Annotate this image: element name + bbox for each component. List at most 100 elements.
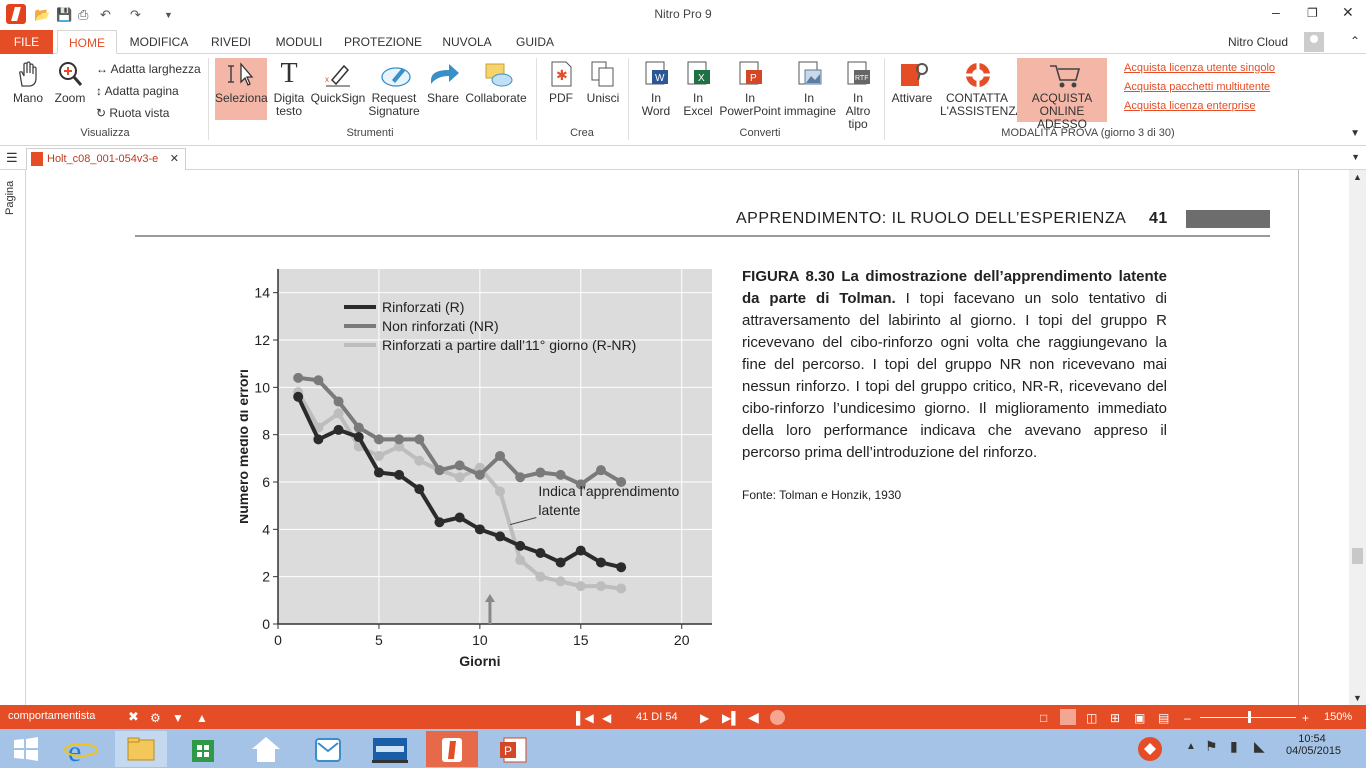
minimize-icon[interactable]: –	[1272, 4, 1280, 20]
to-excel-button[interactable]: X In Excel	[678, 60, 718, 118]
tabs-menu-icon[interactable]: ▼	[1351, 152, 1360, 162]
tab-nuvola[interactable]: NUVOLA	[436, 30, 498, 54]
data-point-2	[535, 571, 546, 582]
buy-enterprise-link[interactable]: Acquista licenza enterprise	[1124, 100, 1255, 112]
account-name[interactable]: Nitro Cloud	[1228, 35, 1288, 49]
collaborate-button[interactable]: Collaborate	[464, 60, 528, 105]
tab-rivedi[interactable]: RIVEDI	[204, 30, 258, 54]
activate-button[interactable]: Attivare	[888, 60, 936, 105]
zoom-slider-thumb[interactable]	[1248, 711, 1251, 723]
ribbon-divider	[536, 58, 537, 140]
tab-modifica[interactable]: MODIFICA	[124, 30, 194, 54]
fullscreen-icon[interactable]: ▤	[1158, 711, 1169, 725]
svg-text:W: W	[655, 73, 665, 84]
internet-explorer-icon[interactable]: e	[55, 731, 107, 768]
select-button[interactable]: Seleziona	[215, 58, 268, 120]
panel-toggle-icon[interactable]: ☰	[6, 150, 18, 166]
buy-single-license-link[interactable]: Acquista licenza utente singolo	[1124, 62, 1275, 74]
go-forward-icon[interactable]	[770, 710, 785, 725]
request-signature-button[interactable]: Request Signature	[368, 60, 420, 118]
data-point-0	[575, 545, 586, 556]
collapse-ribbon-icon[interactable]: ⌃	[1350, 34, 1360, 48]
data-point-2	[575, 581, 586, 592]
first-page-icon[interactable]: ▌◀	[576, 711, 594, 725]
contact-support-button[interactable]: CONTATTA L'ASSISTENZA	[940, 60, 1024, 118]
fit-page-button[interactable]: ↕ Adatta pagina	[96, 84, 179, 98]
to-image-button[interactable]: In immagine	[784, 60, 836, 118]
mail-icon[interactable]	[302, 731, 354, 767]
single-page-view-icon[interactable]: □	[1040, 711, 1047, 725]
previous-page-icon[interactable]: ◀	[602, 711, 611, 725]
merge-icon	[589, 60, 617, 88]
restore-icon[interactable]: ❐	[1307, 6, 1318, 20]
x-tick-label: 20	[674, 632, 690, 648]
last-page-icon[interactable]: ▶▌	[722, 711, 740, 725]
date: 04/05/2015	[1286, 745, 1342, 757]
tab-file[interactable]: FILE	[0, 30, 53, 54]
tray-app-icon[interactable]	[1130, 732, 1174, 766]
to-word-button[interactable]: W In Word	[636, 60, 676, 118]
hand-tool-button[interactable]: Mano	[8, 60, 48, 105]
tab-home[interactable]: HOME	[57, 30, 117, 54]
page-indicator[interactable]: 41 DI 54	[636, 711, 678, 723]
rotate-view-button[interactable]: ↻ Ruota vista	[96, 106, 169, 120]
pages-panel-tab[interactable]: Pagina	[4, 175, 16, 215]
scroll-up-icon[interactable]: ▲	[1353, 172, 1362, 182]
scroll-down-icon[interactable]: ▼	[1353, 693, 1362, 703]
merge-button[interactable]: Unisci	[584, 60, 622, 105]
data-point-1	[353, 422, 364, 433]
continuous-view-icon[interactable]	[1060, 709, 1076, 725]
powerpoint-taskbar-icon[interactable]: P	[488, 731, 540, 767]
document-tab[interactable]: Holt_c08_001-054v3-e ✕	[26, 148, 186, 170]
zoom-level[interactable]: 150%	[1324, 711, 1352, 723]
show-hidden-icons[interactable]: ▲	[1186, 741, 1196, 752]
avatar[interactable]	[1304, 32, 1324, 52]
clock[interactable]: 10:54 04/05/2015	[1286, 733, 1342, 757]
tab-guida[interactable]: GUIDA	[508, 30, 562, 54]
data-point-0	[434, 517, 445, 528]
to-powerpoint-button[interactable]: P In PowerPoint	[718, 60, 782, 118]
close-icon[interactable]: ✕	[1342, 4, 1354, 21]
search-settings-icon[interactable]: ⚙	[150, 711, 161, 725]
buy-multiuser-link[interactable]: Acquista pacchetti multiutente	[1124, 81, 1270, 93]
create-pdf-button[interactable]: ✱ PDF	[544, 60, 578, 105]
fit-width-button[interactable]: ↔ Adatta larghezza	[96, 62, 201, 76]
network-icon[interactable]: ◣	[1254, 738, 1265, 755]
ribbon: Mano Zoom ↔ Adatta larghezza ↕ Adatta pa…	[0, 54, 1366, 146]
type-text-button[interactable]: T Digita testo	[270, 60, 308, 118]
share-button[interactable]: Share	[424, 60, 462, 105]
find-field[interactable]: comportamentista	[8, 710, 95, 722]
zoom-button[interactable]: Zoom	[52, 60, 88, 105]
scroll-thumb[interactable]	[1352, 548, 1363, 564]
ribbon-expand-icon[interactable]: ▼	[1350, 128, 1360, 139]
find-previous-icon[interactable]: ▲	[196, 711, 208, 725]
vertical-scrollbar[interactable]: ▲ ▼	[1349, 170, 1366, 705]
clear-search-icon[interactable]: ✖	[128, 709, 139, 725]
zoom-out-icon[interactable]: –	[1184, 711, 1191, 725]
go-back-icon[interactable]: ◀	[748, 709, 759, 726]
file-explorer-icon[interactable]	[115, 731, 167, 767]
zoom-in-icon[interactable]: +	[1302, 711, 1309, 725]
start-button[interactable]	[0, 731, 52, 767]
lenovo-icon[interactable]	[364, 731, 416, 767]
data-point-1	[595, 465, 606, 476]
tab-moduli[interactable]: MODULI	[268, 30, 330, 54]
home-icon[interactable]	[240, 731, 292, 767]
nitro-taskbar-icon[interactable]	[426, 731, 478, 767]
battery-icon[interactable]: ▮	[1230, 738, 1238, 755]
other-format-button[interactable]: RTF In Altro tipo	[838, 60, 878, 131]
facing-continuous-icon[interactable]: ⊞	[1110, 711, 1120, 725]
magnifier-icon	[56, 60, 84, 88]
fit-icon[interactable]: ▣	[1134, 711, 1145, 725]
data-point-2	[454, 472, 465, 483]
next-page-icon[interactable]: ▶	[700, 711, 709, 725]
buy-online-button[interactable]: ACQUISTA ONLINE ADESSO	[1017, 58, 1107, 131]
store-icon[interactable]	[177, 731, 229, 767]
tab-protezione[interactable]: PROTEZIONE	[340, 30, 426, 54]
close-tab-icon[interactable]: ✕	[170, 149, 179, 169]
flag-icon[interactable]: ⚑	[1205, 738, 1218, 755]
facing-view-icon[interactable]: ◫	[1086, 711, 1097, 725]
quicksign-button[interactable]: x QuickSign	[310, 60, 366, 105]
data-point-2	[414, 455, 425, 466]
find-next-icon[interactable]: ▼	[172, 711, 184, 725]
